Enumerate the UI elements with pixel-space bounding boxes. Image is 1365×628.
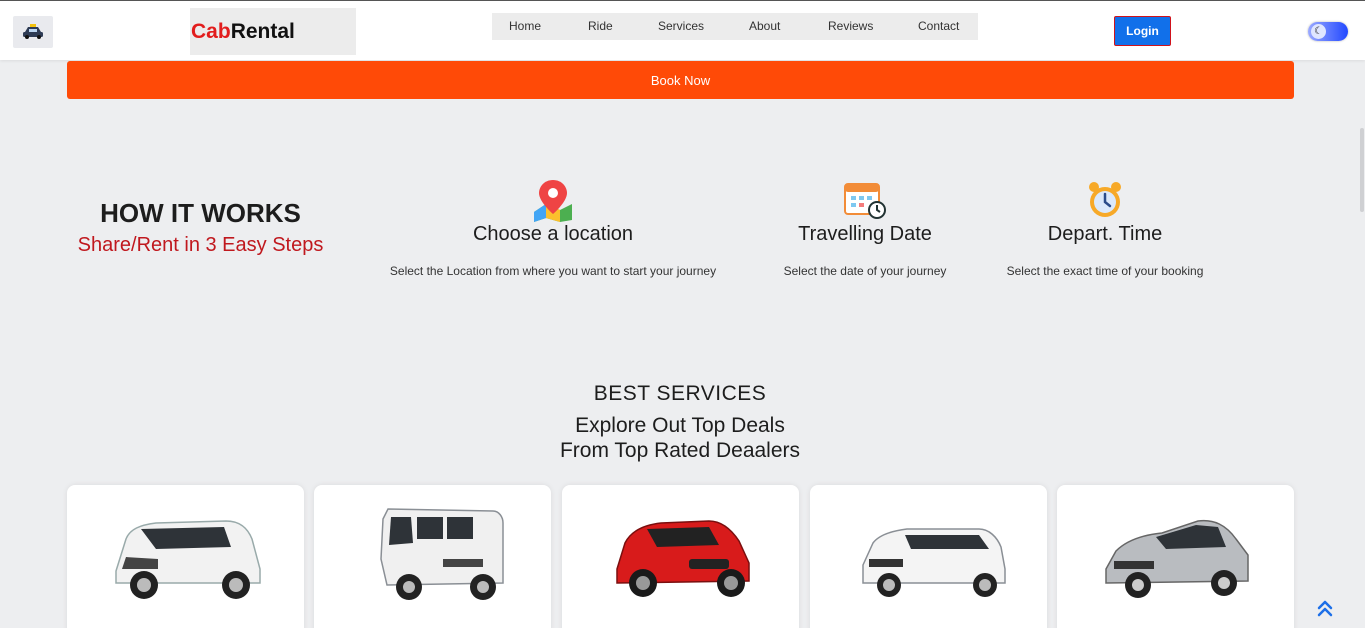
car-card[interactable] [810, 485, 1047, 628]
moon-icon: ☾ [1311, 24, 1326, 39]
nav-ride[interactable]: Ride [588, 19, 613, 33]
best-services-subtitle-line2: From Top Rated Deaalers [559, 439, 801, 462]
login-button[interactable]: Login [1114, 16, 1171, 46]
step-location-title: Choose a location [472, 223, 634, 245]
step-time-desc: Select the exact time of your booking [1006, 264, 1204, 278]
step-location: Choose a location Select the Location fr… [368, 178, 738, 278]
scrollbar-thumb[interactable] [1360, 128, 1364, 212]
how-it-works-subtitle: Share/Rent in 3 Easy Steps [77, 234, 324, 256]
nav-contact[interactable]: Contact [918, 19, 959, 33]
scroll-to-top-icon[interactable] [1316, 598, 1334, 618]
mpv-car-image [67, 499, 304, 619]
map-pin-icon [368, 178, 738, 222]
step-time: Depart. Time Select the exact time of yo… [990, 178, 1220, 278]
step-location-desc: Select the Location from where you want … [389, 264, 717, 278]
best-services-subtitle-line1: Explore Out Top Deals [575, 414, 785, 437]
step-date-title: Travelling Date [798, 223, 932, 245]
step-date-desc: Select the date of your journey [783, 264, 947, 278]
nav-services[interactable]: Services [658, 19, 704, 33]
book-now-button[interactable]: Book Now [67, 61, 1294, 99]
best-services-title: BEST SERVICES [593, 382, 767, 405]
step-date: Travelling Date Select the date of your … [770, 178, 960, 278]
how-it-works-title: HOW IT WORKS [100, 198, 301, 228]
brand-cab: Cab [191, 19, 231, 43]
car-card[interactable] [1057, 485, 1294, 628]
brand-logo[interactable]: Cab Rental [190, 8, 356, 55]
step-time-title: Depart. Time [1047, 223, 1163, 245]
dark-mode-toggle[interactable]: ☾ [1308, 22, 1348, 41]
nav-about[interactable]: About [749, 19, 780, 33]
main-nav: Home Ride Services About Reviews Contact [492, 13, 978, 40]
alarm-clock-icon [990, 178, 1220, 222]
nav-home[interactable]: Home [509, 19, 541, 33]
nav-reviews[interactable]: Reviews [828, 19, 873, 33]
hatchback-car-image [562, 499, 799, 619]
brand-rental: Rental [230, 19, 295, 43]
car-card[interactable] [314, 485, 551, 628]
best-services-subtitle: Explore Out Top Deals From Top Rated Dea… [0, 413, 1360, 463]
van-car-image [314, 499, 551, 619]
suv-car-image [810, 499, 1047, 619]
calendar-icon [770, 178, 960, 222]
car-card[interactable] [67, 485, 304, 628]
sedan-car-image [1057, 499, 1294, 619]
taxi-logo-icon[interactable] [13, 16, 53, 48]
top-navbar: Cab Rental Home Ride Services About Revie… [0, 0, 1365, 60]
car-card[interactable] [562, 485, 799, 628]
